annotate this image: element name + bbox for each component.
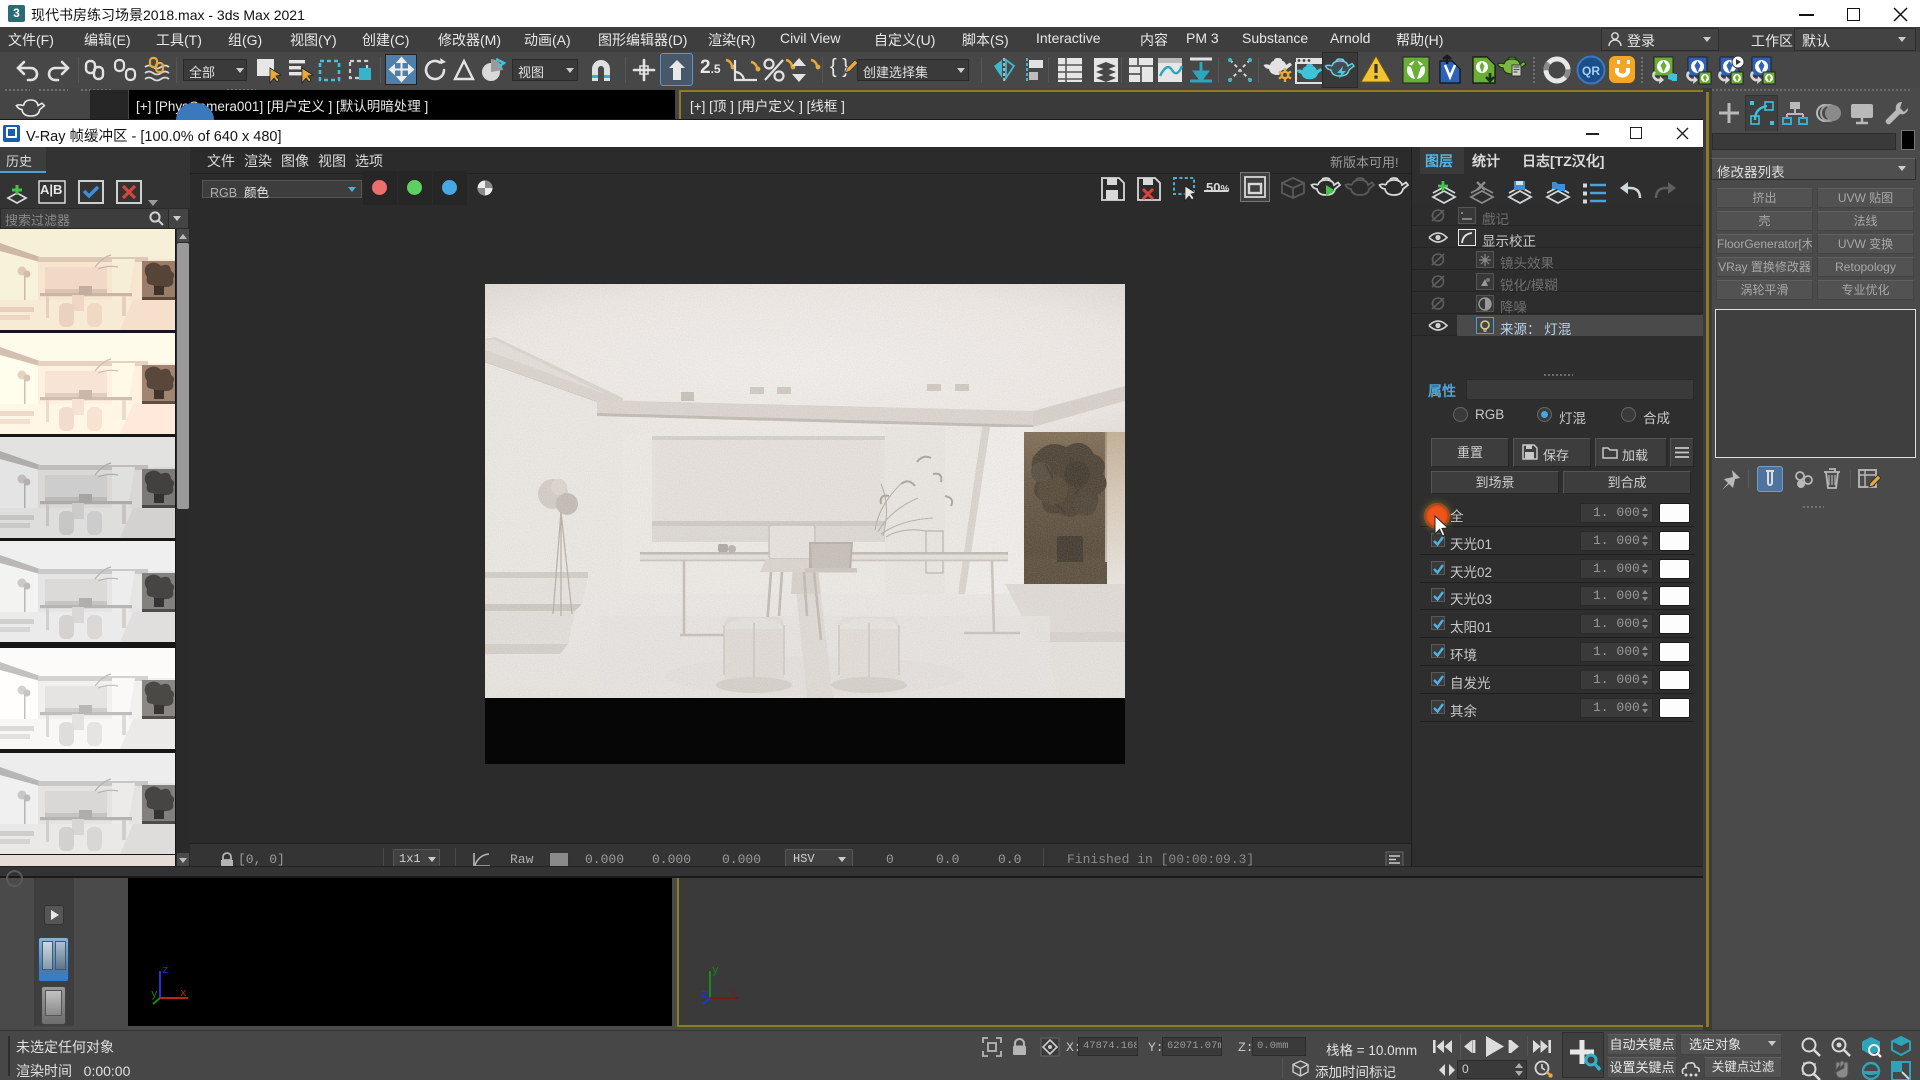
svg-text:z: z: [162, 965, 169, 977]
svg-text:y: y: [712, 965, 719, 977]
svg-text:z: z: [701, 989, 708, 1001]
svg-text:x: x: [180, 988, 187, 1000]
svg-text:y: y: [151, 989, 158, 1001]
svg-text:x: x: [730, 988, 737, 1000]
svg-text:QR: QR: [1582, 64, 1600, 78]
